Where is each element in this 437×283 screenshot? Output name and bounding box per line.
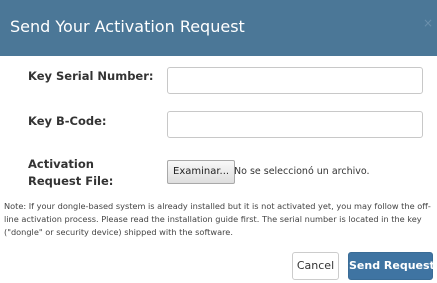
key-serial-number-label: Key Serial Number:	[28, 69, 154, 83]
file-status-text: No se seleccionó un archivo.	[234, 166, 370, 177]
send-request-button[interactable]: Send Request	[348, 252, 435, 280]
dialog-header: Send Your Activation Request ×	[0, 0, 437, 56]
activation-note: Note: If your dongle-based system is alr…	[4, 201, 431, 237]
file-browse-button[interactable]: Examinar...	[167, 160, 236, 184]
close-icon[interactable]: ×	[422, 17, 434, 29]
key-serial-number-input[interactable]	[167, 67, 423, 94]
key-b-code-input[interactable]	[167, 111, 423, 138]
cancel-button[interactable]: Cancel	[292, 252, 339, 280]
dialog-title: Send Your Activation Request	[10, 17, 245, 36]
key-b-code-label: Key B-Code:	[28, 114, 107, 128]
activation-request-dialog: Send Your Activation Request × Key Seria…	[0, 0, 437, 283]
activation-request-file-label: Activation Request File:	[28, 157, 114, 188]
